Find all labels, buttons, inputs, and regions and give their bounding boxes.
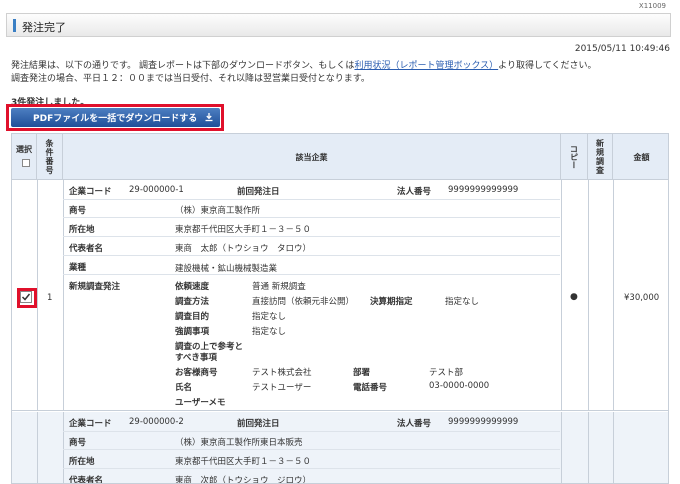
message-text-suffix: より取得してください。 xyxy=(498,61,597,71)
focus-label: 強調事項 xyxy=(175,327,210,337)
table-header: 選択 条件番号 該当企業 コピー 新規調査 金額 xyxy=(12,134,668,180)
memo-label: ユーザーメモ xyxy=(175,398,226,408)
select-all-checkbox[interactable] xyxy=(22,159,30,167)
trade-name-label: 商号 xyxy=(69,206,87,216)
address-label: 所在地 xyxy=(69,457,95,467)
company-code-label: 企業コード xyxy=(69,419,112,429)
download-icon xyxy=(205,113,213,122)
user-name: テストユーザー xyxy=(252,383,312,393)
order-table: 選択 条件番号 該当企業 コピー 新規調査 金額 1 企業コード 29-0000… xyxy=(11,133,669,484)
customer: テスト株式会社 xyxy=(252,368,312,378)
header-select: 選択 xyxy=(12,134,37,180)
pdf-download-label: PDFファイルを一括でダウンロードする xyxy=(33,114,198,124)
result-message: 発注結果は、以下の通りです。 調査レポートは下部のダウンロードボタン、もしくは利… xyxy=(11,58,596,71)
speed: 普通 新規調査 xyxy=(252,282,306,292)
screen-id: X11009 xyxy=(638,2,666,10)
pdf-download-button[interactable]: PDFファイルを一括でダウンロードする xyxy=(11,108,220,127)
dept-label: 部署 xyxy=(353,368,371,378)
report-box-link[interactable]: 利用状況（レポート管理ボックス） xyxy=(354,61,498,71)
phone-label: 電話番号 xyxy=(353,383,388,393)
trade-name-label: 商号 xyxy=(69,438,87,448)
industry: 建設機械・鉱山機械製造業 xyxy=(175,264,278,274)
customer-label: お客様商号 xyxy=(175,368,218,378)
fiscal: 指定なし xyxy=(445,297,480,307)
table-row: 1 企業コード 29-000000-1 前回発注日 法人番号 999999999… xyxy=(12,180,668,411)
method-label: 調査方法 xyxy=(175,297,210,307)
checkmark-icon xyxy=(21,293,31,301)
header-condition-no: 条件番号 xyxy=(37,134,63,180)
name-label: 氏名 xyxy=(175,383,193,393)
industry-label: 業種 xyxy=(69,263,87,273)
dept: テスト部 xyxy=(429,368,464,378)
header-amount: 金額 xyxy=(633,152,650,162)
method: 直接訪問（依頼元非公開） xyxy=(252,297,355,307)
condition-number: 1 xyxy=(47,293,53,303)
notes-label-2: すべき事項 xyxy=(175,353,217,363)
header-new-survey: 新規調査 xyxy=(588,134,613,180)
fiscal-label: 決算期指定 xyxy=(370,297,413,307)
header-select-label: 選択 xyxy=(16,145,32,154)
address: 東京都千代田区大手町１－３－５０ xyxy=(175,457,312,467)
header-company: 該当企業 xyxy=(63,134,561,180)
rep-label: 代表者名 xyxy=(69,244,104,254)
rep-label: 代表者名 xyxy=(69,476,104,484)
corp-no: 9999999999999 xyxy=(448,185,519,195)
company-code: 29-000000-2 xyxy=(129,417,184,427)
trade-name: （株）東京商工製作所東日本販売 xyxy=(175,438,303,448)
corp-no: 9999999999999 xyxy=(448,417,519,427)
amount: ¥30,000 xyxy=(624,293,660,303)
corp-no-label: 法人番号 xyxy=(397,419,432,429)
title-accent-bar xyxy=(13,19,16,32)
page-header: 発注完了 xyxy=(6,13,671,37)
focus: 指定なし xyxy=(252,327,287,337)
rep-name: 東商 太郎（トウショウ タロウ） xyxy=(175,244,312,254)
phone: 03-0000-0000 xyxy=(429,381,490,391)
new-survey-label: 新規調査発注 xyxy=(69,282,121,292)
purpose: 指定なし xyxy=(252,312,287,322)
reception-note: 調査発注の場合、平日１２：００までは当日受付、それ以降は翌営業日受付となります。 xyxy=(11,74,370,84)
header-copy: コピー xyxy=(561,134,588,180)
prev-order-label: 前回発注日 xyxy=(237,187,280,197)
prev-order-label: 前回発注日 xyxy=(237,419,280,429)
address-label: 所在地 xyxy=(69,225,95,235)
corp-no-label: 法人番号 xyxy=(397,187,432,197)
address: 東京都千代田区大手町１－３－５０ xyxy=(175,225,312,235)
copy-mark: ● xyxy=(570,292,578,302)
timestamp: 2015/05/11 10:49:46 xyxy=(574,44,670,54)
rep-name: 東商 次郎（トウショウ ジロウ） xyxy=(175,476,312,484)
purpose-label: 調査目的 xyxy=(175,312,210,322)
trade-name: （株）東京商工製作所 xyxy=(175,206,261,216)
row-select-checkbox[interactable] xyxy=(20,291,32,303)
company-code: 29-000000-1 xyxy=(129,185,184,195)
page-title: 発注完了 xyxy=(22,21,66,34)
table-row: 企業コード 29-000000-2 前回発注日 法人番号 99999999999… xyxy=(12,412,668,484)
speed-label: 依頼速度 xyxy=(175,282,210,292)
message-text: 発注結果は、以下の通りです。 調査レポートは下部のダウンロードボタン、もしくは xyxy=(11,61,355,71)
company-code-label: 企業コード xyxy=(69,187,112,197)
